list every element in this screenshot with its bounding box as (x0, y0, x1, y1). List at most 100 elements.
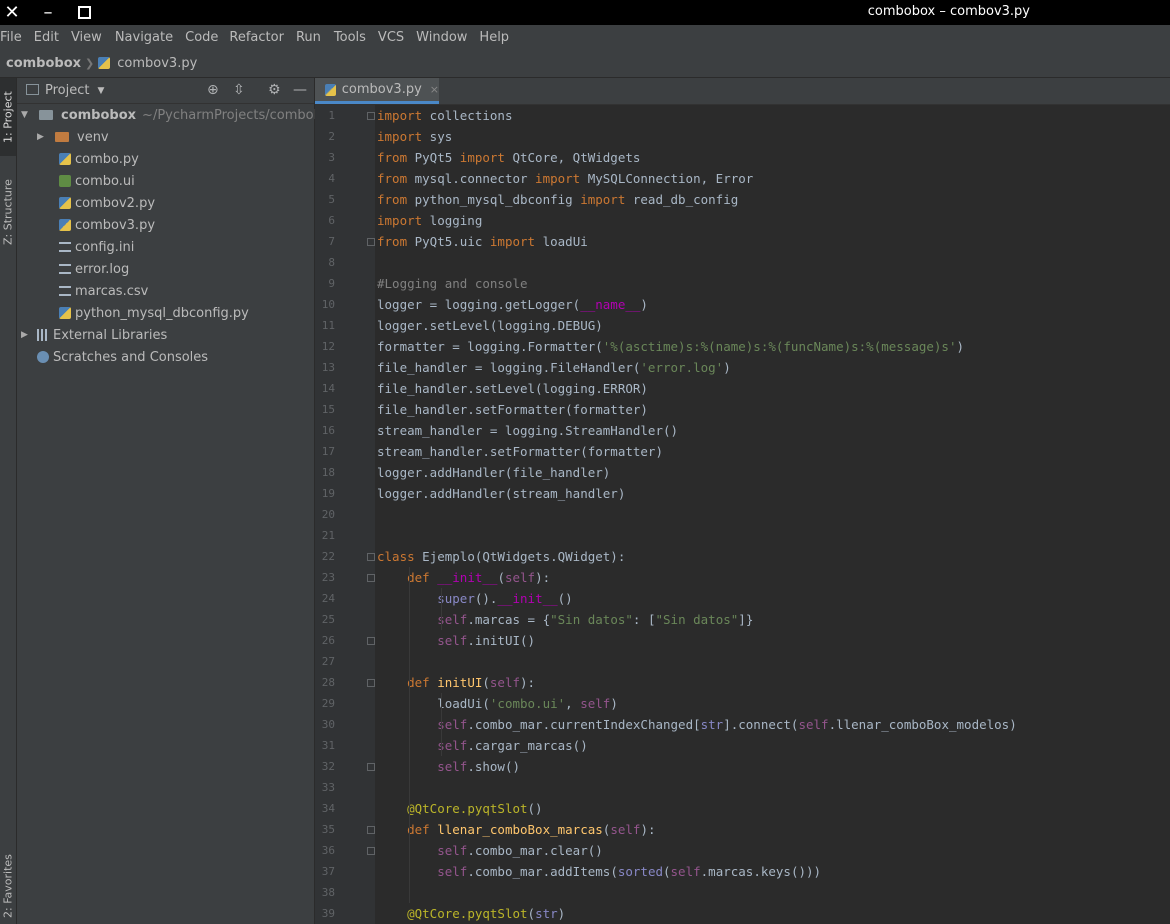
fold-marker-icon[interactable] (367, 112, 375, 120)
code-line[interactable]: def initUI(self): (377, 672, 535, 693)
code-line[interactable]: @QtCore.pyqtSlot() (377, 798, 542, 819)
tab-label: combov3.py (341, 82, 422, 97)
tree-item-label: combov2.py (75, 195, 156, 211)
code-line[interactable]: self.combo_mar.clear() (377, 840, 603, 861)
code-line[interactable]: stream_handler.setFormatter(formatter) (377, 441, 663, 462)
breadcrumb-project[interactable]: combobox (6, 56, 81, 71)
tree-item-combov2-py[interactable]: combov2.py (59, 192, 155, 214)
line-number: 3 (328, 151, 335, 164)
collapse-all-icon[interactable]: ⇳ (233, 82, 245, 98)
line-number: 31 (321, 739, 335, 752)
code-line[interactable]: self.marcas = {"Sin datos": ["Sin datos"… (377, 609, 753, 630)
maximize-icon[interactable] (72, 0, 96, 25)
code-line[interactable]: logger.addHandler(stream_handler) (377, 483, 625, 504)
chevron-down-icon[interactable]: ▼ (21, 110, 33, 120)
code-line[interactable]: stream_handler = logging.StreamHandler() (377, 420, 678, 441)
project-view-icon (26, 84, 39, 95)
fold-marker-icon[interactable] (367, 763, 375, 771)
fold-marker-icon[interactable] (367, 238, 375, 246)
code-line[interactable]: self.show() (377, 756, 520, 777)
menu-tools[interactable]: Tools (334, 30, 378, 45)
fold-marker-icon[interactable] (367, 637, 375, 645)
code-line[interactable]: from python_mysql_dbconfig import read_d… (377, 189, 738, 210)
menu-view[interactable]: View (71, 30, 115, 45)
line-number: 8 (328, 256, 335, 269)
project-panel-title[interactable]: Project (45, 83, 89, 98)
tab-combov3-py[interactable]: combov3.py × (315, 78, 439, 104)
code-line[interactable]: file_handler = logging.FileHandler('erro… (377, 357, 731, 378)
code-line[interactable]: from PyQt5.uic import loadUi (377, 231, 588, 252)
tree-item-config-ini[interactable]: config.ini (59, 236, 134, 258)
tool-tab-favorites[interactable]: 2: Favorites (0, 848, 16, 924)
menu-edit[interactable]: Edit (34, 30, 71, 45)
fold-marker-icon[interactable] (367, 826, 375, 834)
tree-item-marcas-csv[interactable]: marcas.csv (59, 280, 148, 302)
line-number: 10 (321, 298, 335, 311)
menu-refactor[interactable]: Refactor (229, 30, 296, 45)
code-line[interactable]: self.combo_mar.currentIndexChanged[str].… (377, 714, 1017, 735)
chevron-right-icon[interactable]: ▶ (21, 330, 33, 340)
code-line[interactable]: @QtCore.pyqtSlot(str) (377, 903, 565, 924)
gear-icon[interactable]: ⚙ (268, 82, 281, 98)
code-line[interactable]: def llenar_comboBox_marcas(self): (377, 819, 655, 840)
tree-item-python-mysql-dbconfig-py[interactable]: python_mysql_dbconfig.py (59, 302, 249, 324)
code-area[interactable]: import collections import sys from PyQt5 i… (377, 105, 1167, 924)
fold-marker-icon[interactable] (367, 679, 375, 687)
menu-window[interactable]: Window (416, 30, 479, 45)
tree-item-error-log[interactable]: error.log (59, 258, 129, 280)
code-line[interactable]: class Ejemplo(QtWidgets.QWidget): (377, 546, 625, 567)
minimize-icon[interactable]: – (36, 0, 60, 25)
line-number: 39 (321, 907, 335, 920)
code-line[interactable]: from mysql.connector import MySQLConnect… (377, 168, 753, 189)
chevron-down-icon[interactable]: ▼ (97, 86, 104, 96)
code-line[interactable]: def __init__(self): (377, 567, 550, 588)
tree-item-combo-ui[interactable]: combo.ui (59, 170, 135, 192)
tree-item-label: combo.py (75, 151, 139, 167)
code-line[interactable]: import logging (377, 210, 482, 231)
menu-vcs[interactable]: VCS (378, 30, 416, 45)
fold-marker-icon[interactable] (367, 847, 375, 855)
tree-item-combobox[interactable]: ▼ combobox ~/PycharmProjects/combobox (21, 104, 337, 126)
code-line[interactable]: file_handler.setFormatter(formatter) (377, 399, 648, 420)
menu-help[interactable]: Help (479, 30, 516, 45)
code-line[interactable]: self.initUI() (377, 630, 535, 651)
code-line[interactable]: #Logging and console (377, 273, 528, 294)
breadcrumb-file[interactable]: combov3.py (117, 56, 197, 71)
chevron-right-icon[interactable]: ▶ (37, 132, 49, 142)
line-number: 28 (321, 676, 335, 689)
code-line[interactable]: logger = logging.getLogger(__name__) (377, 294, 648, 315)
tool-tab-favorites-label: 2: Favorites (1, 854, 15, 918)
code-line[interactable]: loadUi('combo.ui', self) (377, 693, 618, 714)
fold-marker-icon[interactable] (367, 574, 375, 582)
code-line[interactable]: file_handler.setLevel(logging.ERROR) (377, 378, 648, 399)
close-icon[interactable]: × (430, 83, 439, 96)
code-line[interactable]: self.combo_mar.addItems(sorted(self.marc… (377, 861, 821, 882)
code-line[interactable]: super().__init__() (377, 588, 573, 609)
menu-file[interactable]: File (0, 30, 34, 45)
menu-run[interactable]: Run (296, 30, 334, 45)
fold-marker-icon[interactable] (367, 553, 375, 561)
line-number: 24 (321, 592, 335, 605)
tree-item-combo-py[interactable]: combo.py (59, 148, 139, 170)
tree-item-external-libraries[interactable]: ▶ External Libraries (21, 324, 167, 346)
close-icon[interactable]: ✕ (0, 0, 24, 25)
chevron-right-icon: ❯ (85, 56, 95, 70)
menu-navigate[interactable]: Navigate (115, 30, 185, 45)
tool-tab-project[interactable]: 1: Project (0, 78, 16, 156)
tool-tab-structure[interactable]: Z: Structure (0, 168, 16, 256)
code-line[interactable]: from PyQt5 import QtCore, QtWidgets (377, 147, 640, 168)
tree-item-scratches[interactable]: Scratches and Consoles (37, 346, 208, 368)
code-line[interactable]: import sys (377, 126, 452, 147)
code-line[interactable]: import collections (377, 105, 512, 126)
hide-panel-icon[interactable]: — (293, 82, 307, 98)
tree-item-combov3-py[interactable]: combov3.py (59, 214, 155, 236)
tree-item-venv[interactable]: ▶ venv (37, 126, 109, 148)
tree-item-label: External Libraries (53, 327, 168, 343)
code-line[interactable]: formatter = logging.Formatter('%(asctime… (377, 336, 964, 357)
project-panel: Project ▼ ⊕ ⇳ ⚙ — ▼ combobox ~/PycharmPr… (17, 78, 337, 924)
menu-code[interactable]: Code (185, 30, 229, 45)
locate-icon[interactable]: ⊕ (207, 82, 219, 98)
python-file-icon (325, 83, 336, 96)
code-line[interactable]: logger.setLevel(logging.DEBUG) (377, 315, 603, 336)
code-line[interactable]: logger.addHandler(file_handler) (377, 462, 610, 483)
